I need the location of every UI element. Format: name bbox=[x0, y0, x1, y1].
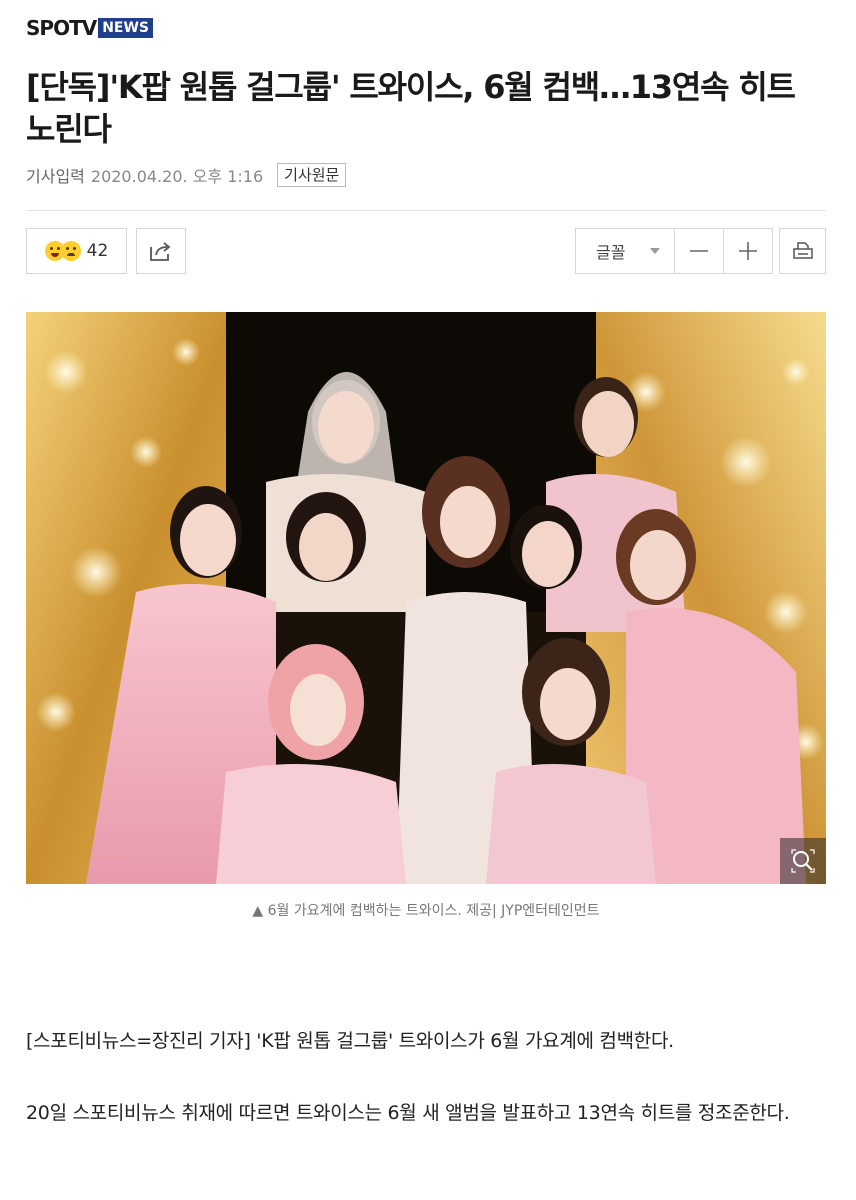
original-article-button[interactable]: 기사원문 bbox=[277, 163, 347, 187]
published-label: 기사입력 bbox=[26, 167, 85, 186]
magnifier-icon bbox=[791, 849, 815, 873]
minus-icon bbox=[690, 250, 708, 252]
share-button[interactable] bbox=[136, 228, 186, 274]
article-meta: 기사입력 2020.04.20. 오후 1:16 기사원문 bbox=[26, 162, 347, 188]
print-button[interactable] bbox=[779, 228, 826, 274]
divider bbox=[26, 210, 826, 211]
logo-spotv: SPOTV bbox=[26, 16, 97, 40]
published-datetime: 2020.04.20. 오후 1:16 bbox=[90, 167, 264, 186]
print-icon bbox=[792, 242, 813, 259]
zoom-button[interactable] bbox=[780, 838, 826, 884]
photo-caption: ▲ 6월 가요계에 컴백하는 트와이스. 제공| JYP엔터테인먼트 bbox=[252, 903, 600, 919]
site-logo[interactable]: SPOTV NEWS bbox=[26, 17, 153, 39]
article-photo[interactable] bbox=[26, 312, 826, 884]
reaction-count: 42 bbox=[86, 241, 109, 261]
caret-down-icon bbox=[650, 248, 660, 254]
font-decrease-button[interactable] bbox=[674, 228, 724, 274]
logo-news: NEWS bbox=[98, 18, 153, 38]
share-icon bbox=[150, 242, 171, 261]
font-increase-button[interactable] bbox=[723, 228, 773, 274]
font-select-label: 글꼴 bbox=[596, 243, 626, 262]
article-paragraph: [스포티비뉴스=장진리 기자] 'K팝 원톱 걸그룹' 트와이스가 6월 가요계… bbox=[26, 1030, 674, 1052]
font-select[interactable]: 글꼴 bbox=[575, 228, 675, 274]
group-photo-illustration bbox=[26, 312, 826, 884]
plus-icon bbox=[739, 242, 757, 260]
reaction-button[interactable]: 42 bbox=[26, 228, 127, 274]
article-headline: [단독]'K팝 원톱 걸그룹' 트와이스, 6월 컴백…13연속 히트 노린다 bbox=[26, 68, 796, 148]
article-paragraph: 20일 스포티비뉴스 취재에 따르면 트와이스는 6월 새 앨범을 발표하고 1… bbox=[26, 1102, 790, 1124]
sad-emoji-icon bbox=[60, 241, 81, 261]
